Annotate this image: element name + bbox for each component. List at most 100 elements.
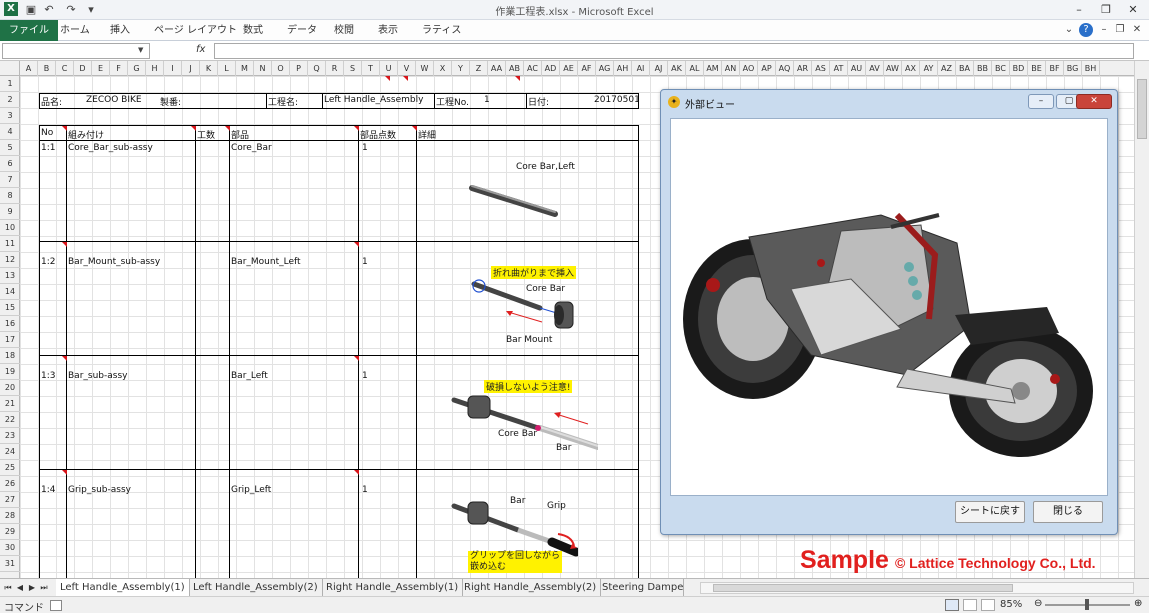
bar-drawing[interactable] [448, 394, 598, 454]
column-header[interactable]: K [200, 61, 218, 76]
column-header[interactable]: BB [974, 61, 992, 76]
column-header[interactable]: AU [848, 61, 866, 76]
window-minimize-icon[interactable]: – [1097, 23, 1111, 37]
column-header[interactable]: T [362, 61, 380, 76]
column-header[interactable]: AF [578, 61, 596, 76]
macro-record-icon[interactable] [50, 600, 62, 611]
comment-indicator[interactable] [225, 126, 230, 131]
column-header[interactable]: AP [758, 61, 776, 76]
column-header[interactable]: AN [722, 61, 740, 76]
tab-page-layout[interactable]: ページ レイアウト [148, 22, 243, 39]
column-header[interactable]: BH [1082, 61, 1100, 76]
column-header[interactable]: AQ [776, 61, 794, 76]
comment-indicator[interactable] [62, 242, 67, 247]
sheet-tab-active[interactable]: Left Handle_Assembly(1) [56, 579, 190, 596]
row-header[interactable]: 21 [0, 396, 20, 412]
row-header[interactable]: 24 [0, 444, 20, 460]
column-header[interactable]: G [128, 61, 146, 76]
column-header[interactable]: L [218, 61, 236, 76]
row-header[interactable]: 27 [0, 492, 20, 508]
next-sheet-icon[interactable]: ▶ [26, 581, 38, 594]
row-header[interactable]: 4 [0, 124, 20, 140]
name-box[interactable] [2, 43, 150, 59]
comment-indicator[interactable] [62, 356, 67, 361]
row-header[interactable]: 17 [0, 332, 20, 348]
row-header[interactable]: 23 [0, 428, 20, 444]
column-header[interactable]: BF [1046, 61, 1064, 76]
column-header[interactable]: A [20, 61, 38, 76]
close-icon[interactable]: ✕ [1122, 2, 1144, 17]
column-header[interactable]: AX [902, 61, 920, 76]
column-header[interactable]: AT [830, 61, 848, 76]
column-header[interactable]: AK [668, 61, 686, 76]
row-header[interactable]: 25 [0, 460, 20, 476]
step-part[interactable]: Bar_Left [231, 371, 268, 381]
comment-indicator[interactable] [515, 76, 520, 81]
row-header[interactable]: 2 [0, 92, 20, 108]
column-header[interactable]: Q [308, 61, 326, 76]
column-header[interactable]: AY [920, 61, 938, 76]
row-header[interactable]: 28 [0, 508, 20, 524]
column-header[interactable]: AC [524, 61, 542, 76]
row-header[interactable]: 9 [0, 204, 20, 220]
tab-view[interactable]: 表示 [372, 22, 404, 39]
step-count[interactable]: 1 [362, 143, 368, 153]
normal-view-icon[interactable] [945, 599, 959, 611]
column-header[interactable]: F [110, 61, 128, 76]
fx-icon[interactable]: fx [196, 44, 205, 55]
row-header[interactable]: 30 [0, 540, 20, 556]
row-header[interactable]: 10 [0, 220, 20, 236]
step-part[interactable]: Bar_Mount_Left [231, 257, 301, 267]
product-value[interactable]: ZECOO BIKE [86, 95, 142, 105]
comment-indicator[interactable] [354, 126, 359, 131]
core-bar-drawing[interactable] [460, 166, 570, 226]
step-assembly[interactable]: Bar_Mount_sub-assy [68, 257, 160, 267]
step-assembly[interactable]: Core_Bar_sub-assy [68, 143, 153, 153]
column-header[interactable]: AD [542, 61, 560, 76]
select-all-corner[interactable] [0, 61, 20, 76]
column-header[interactable]: BC [992, 61, 1010, 76]
column-header[interactable]: AL [686, 61, 704, 76]
row-header[interactable]: 29 [0, 524, 20, 540]
row-header[interactable]: 13 [0, 268, 20, 284]
step-no[interactable]: 1:3 [41, 371, 55, 381]
column-header[interactable]: Z [470, 61, 488, 76]
comment-indicator[interactable] [354, 470, 359, 475]
chevron-down-icon[interactable]: ▼ [138, 43, 148, 57]
page-layout-view-icon[interactable] [963, 599, 977, 611]
column-header[interactable]: H [146, 61, 164, 76]
scroll-thumb[interactable] [1137, 79, 1147, 139]
column-header[interactable]: V [398, 61, 416, 76]
ribbon-collapse-icon[interactable]: ⌄ [1062, 23, 1076, 37]
sheet-tab[interactable]: Right Handle_Assembly(1) [322, 579, 464, 596]
horizontal-scrollbar[interactable] [700, 582, 1134, 594]
process-no-value[interactable]: 1 [484, 95, 490, 105]
column-header[interactable]: Y [452, 61, 470, 76]
prev-sheet-icon[interactable]: ◀ [14, 581, 26, 594]
column-header[interactable]: AE [560, 61, 578, 76]
page-break-view-icon[interactable] [981, 599, 995, 611]
minimize-icon[interactable]: – [1028, 94, 1054, 109]
column-header[interactable]: AM [704, 61, 722, 76]
row-header[interactable]: 5 [0, 140, 20, 156]
sheet-tab[interactable]: Left Handle_Assembly(2) [189, 579, 323, 596]
row-header[interactable]: 31 [0, 556, 20, 572]
column-header[interactable]: D [74, 61, 92, 76]
window-restore-icon[interactable]: ❐ [1113, 23, 1127, 37]
column-header[interactable]: I [164, 61, 182, 76]
column-header[interactable]: U [380, 61, 398, 76]
window-close-icon[interactable]: ✕ [1130, 23, 1144, 37]
return-to-sheet-button[interactable]: シートに戻す [955, 501, 1025, 523]
step-no[interactable]: 1:2 [41, 257, 55, 267]
column-header[interactable]: BD [1010, 61, 1028, 76]
column-header[interactable]: AR [794, 61, 812, 76]
step-assembly[interactable]: Grip_sub-assy [68, 485, 131, 495]
last-sheet-icon[interactable]: ⏭ [38, 581, 50, 594]
step-count[interactable]: 1 [362, 257, 368, 267]
column-header[interactable]: AZ [938, 61, 956, 76]
column-header[interactable]: AB [506, 61, 524, 76]
column-header[interactable]: O [272, 61, 290, 76]
column-header[interactable]: AJ [650, 61, 668, 76]
column-header[interactable]: AO [740, 61, 758, 76]
row-header[interactable]: 12 [0, 252, 20, 268]
